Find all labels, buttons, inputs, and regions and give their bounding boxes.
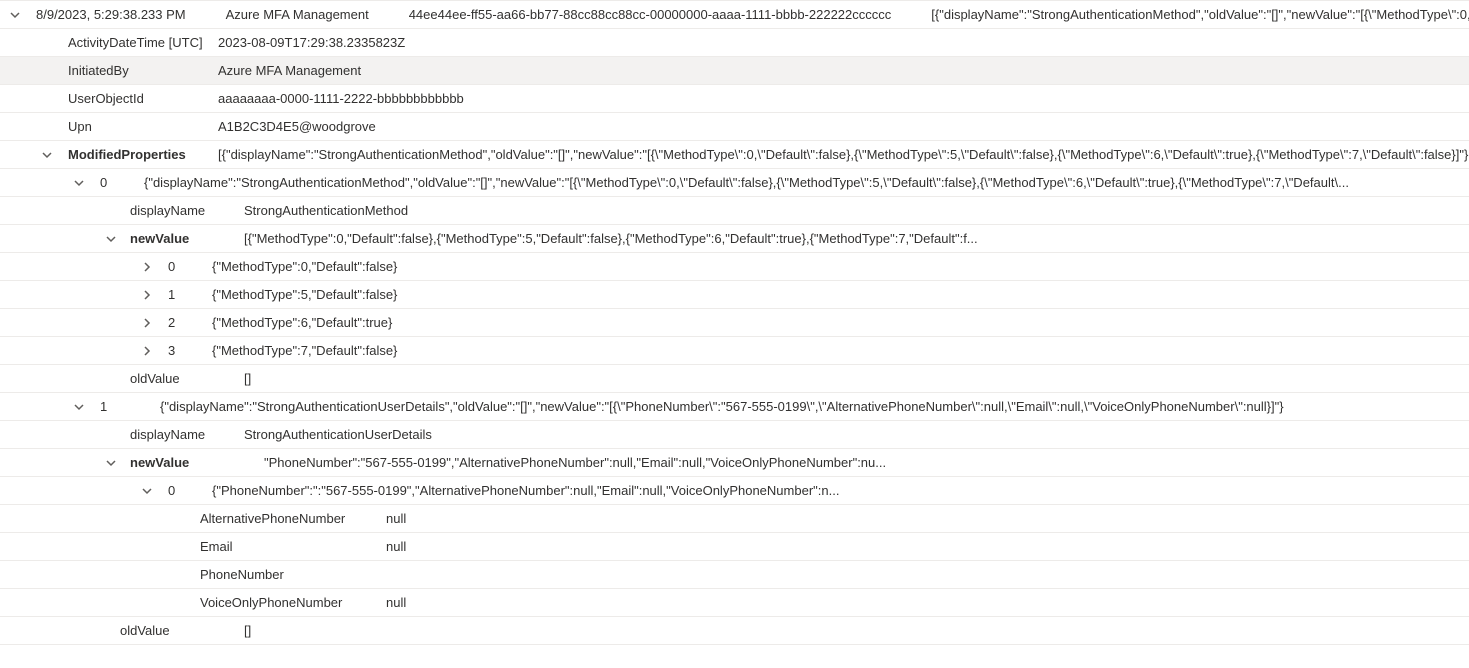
item1-displayname: displayName StrongAuthenticationUserDeta… xyxy=(0,420,1469,448)
nv-text: {"MethodType":0,"Default":false} xyxy=(212,259,1469,274)
item-summary: {"displayName":"StrongAuthenticationUser… xyxy=(160,399,1469,414)
field-label: PhoneNumber xyxy=(200,567,386,582)
field-value: StrongAuthenticationUserDetails xyxy=(244,427,1469,442)
chevron-right-icon[interactable] xyxy=(140,346,154,356)
newvalue-row[interactable]: 3 {"MethodType":7,"Default":false} xyxy=(0,336,1469,364)
field-label: oldValue xyxy=(130,371,244,386)
nv-index: 3 xyxy=(168,343,212,358)
header-payload: [{"displayName":"StrongAuthenticationMet… xyxy=(931,7,1469,22)
modified-summary: [{"displayName":"StrongAuthenticationMet… xyxy=(218,147,1469,162)
chevron-down-icon[interactable] xyxy=(104,234,118,244)
field-label: VoiceOnlyPhoneNumber xyxy=(200,595,386,610)
field-value: [{"MethodType":0,"Default":false},{"Meth… xyxy=(244,231,1469,246)
detail-label: ActivityDateTime [UTC] xyxy=(68,35,218,50)
field-label: displayName xyxy=(130,203,244,218)
detail-value: aaaaaaaa-0000-1111-2222-bbbbbbbbbbbb xyxy=(218,91,1469,106)
modified-item-0[interactable]: 0 {"displayName":"StrongAuthenticationMe… xyxy=(0,168,1469,196)
item0-oldvalue: oldValue [] xyxy=(0,364,1469,392)
field-label: Email xyxy=(200,539,386,554)
nv0-field: VoiceOnlyPhoneNumber null xyxy=(0,588,1469,616)
newvalue-row[interactable]: 2 {"MethodType":6,"Default":true} xyxy=(0,308,1469,336)
chevron-right-icon[interactable] xyxy=(140,262,154,272)
item-summary: {"displayName":"StrongAuthenticationMeth… xyxy=(144,175,1469,190)
chevron-down-icon[interactable] xyxy=(8,10,22,20)
header-source: Azure MFA Management xyxy=(226,7,409,22)
item-index: 1 xyxy=(100,399,160,414)
chevron-down-icon[interactable] xyxy=(140,486,154,496)
nv0-field: Email null xyxy=(0,532,1469,560)
chevron-down-icon[interactable] xyxy=(72,402,86,412)
item1-nv0[interactable]: 0 {"PhoneNumber":":"567-555-0199","Alter… xyxy=(0,476,1469,504)
item-index: 0 xyxy=(100,175,144,190)
field-value: StrongAuthenticationMethod xyxy=(244,203,1469,218)
field-value: null xyxy=(386,539,1469,554)
nv0-field: AlternativePhoneNumber null xyxy=(0,504,1469,532)
item0-displayname: displayName StrongAuthenticationMethod xyxy=(0,196,1469,224)
chevron-right-icon[interactable] xyxy=(140,318,154,328)
chevron-right-icon[interactable] xyxy=(140,290,154,300)
field-value: "PhoneNumber":"567-555-0199","Alternativ… xyxy=(264,455,1469,470)
chevron-down-icon[interactable] xyxy=(104,458,118,468)
detail-label: UserObjectId xyxy=(68,91,218,106)
detail-row-userobjectid: UserObjectId aaaaaaaa-0000-1111-2222-bbb… xyxy=(0,84,1469,112)
newvalue-row[interactable]: 0 {"MethodType":0,"Default":false} xyxy=(0,252,1469,280)
newvalue-row[interactable]: 1 {"MethodType":5,"Default":false} xyxy=(0,280,1469,308)
detail-label: Upn xyxy=(68,119,218,134)
item1-oldvalue: oldValue [] xyxy=(0,616,1469,644)
nv-index: 0 xyxy=(168,259,212,274)
nv-text: {"MethodType":5,"Default":false} xyxy=(212,287,1469,302)
chevron-down-icon[interactable] xyxy=(40,150,54,160)
nv-index: 1 xyxy=(168,287,212,302)
nv-text: {"MethodType":6,"Default":true} xyxy=(212,315,1469,330)
detail-value: 2023-08-09T17:29:38.2335823Z xyxy=(218,35,1469,50)
field-value: null xyxy=(386,511,1469,526)
header-timestamp: 8/9/2023, 5:29:38.233 PM xyxy=(36,7,226,22)
nv-index: 0 xyxy=(168,483,212,498)
field-label: displayName xyxy=(130,427,244,442)
field-label: newValue xyxy=(130,231,244,246)
field-value: null xyxy=(386,595,1469,610)
detail-row-initiatedby: InitiatedBy Azure MFA Management xyxy=(0,56,1469,84)
nv-text: {"MethodType":7,"Default":false} xyxy=(212,343,1469,358)
nv-summary: {"PhoneNumber":":"567-555-0199","Alterna… xyxy=(212,483,1469,498)
modified-label: ModifiedProperties xyxy=(68,147,218,162)
field-value: [] xyxy=(244,623,1469,638)
item0-newvalue[interactable]: newValue [{"MethodType":0,"Default":fals… xyxy=(0,224,1469,252)
detail-value: Azure MFA Management xyxy=(218,63,1469,78)
item1-newvalue[interactable]: newValue "PhoneNumber":"567-555-0199","A… xyxy=(0,448,1469,476)
nv0-field: PhoneNumber xyxy=(0,560,1469,588)
field-label: AlternativePhoneNumber xyxy=(200,511,386,526)
field-label: oldValue xyxy=(120,623,244,638)
field-value: [] xyxy=(244,371,1469,386)
detail-value: A1B2C3D4E5@woodgrove xyxy=(218,119,1469,134)
nv-index: 2 xyxy=(168,315,212,330)
field-label: newValue xyxy=(130,455,264,470)
detail-row-upn: Upn A1B2C3D4E5@woodgrove xyxy=(0,112,1469,140)
detail-row-activitydatetime: ActivityDateTime [UTC] 2023-08-09T17:29:… xyxy=(0,28,1469,56)
header-correlation-id: 44ee44ee-ff55-aa66-bb77-88cc88cc88cc-000… xyxy=(409,7,932,22)
record-header[interactable]: 8/9/2023, 5:29:38.233 PM Azure MFA Manag… xyxy=(0,0,1469,28)
chevron-down-icon[interactable] xyxy=(72,178,86,188)
modified-item-1[interactable]: 1 {"displayName":"StrongAuthenticationUs… xyxy=(0,392,1469,420)
detail-label: InitiatedBy xyxy=(68,63,218,78)
modified-properties-row[interactable]: ModifiedProperties [{"displayName":"Stro… xyxy=(0,140,1469,168)
